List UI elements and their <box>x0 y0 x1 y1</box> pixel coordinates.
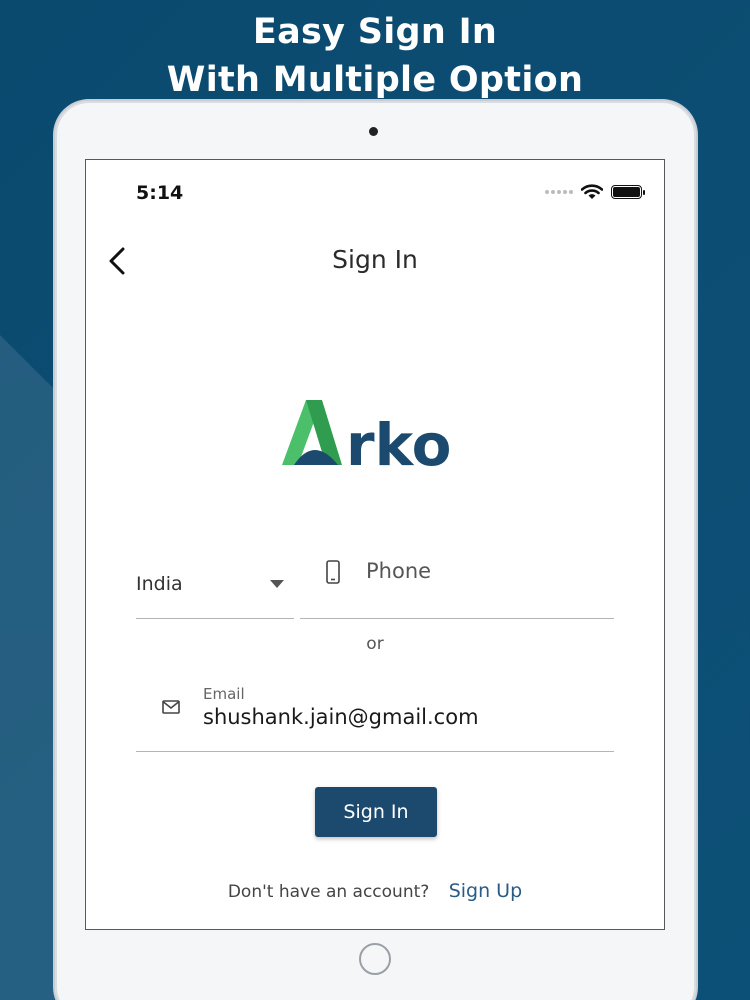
wifi-icon <box>581 184 603 199</box>
email-value: shushank.jain@gmail.com <box>203 705 479 729</box>
country-value: India <box>136 573 183 595</box>
promo-headline: Easy Sign In With Multiple Option <box>0 8 750 104</box>
tablet-home-button[interactable] <box>359 943 391 975</box>
sign-up-link[interactable]: Sign Up <box>449 880 522 902</box>
mail-icon <box>162 700 180 714</box>
page-title: Sign In <box>332 245 418 274</box>
arko-logo: rko <box>282 400 451 470</box>
signup-prompt: Don't have an account? Sign Up <box>86 880 664 902</box>
email-label: Email <box>203 685 245 703</box>
phone-icon <box>326 560 340 584</box>
or-separator: or <box>366 634 384 654</box>
signal-icon <box>545 190 573 194</box>
phone-placeholder: Phone <box>366 559 432 583</box>
phone-input[interactable]: Phone <box>300 555 614 619</box>
country-select[interactable]: India <box>136 555 294 619</box>
tablet-camera <box>369 127 378 136</box>
signup-prompt-text: Don't have an account? <box>227 882 430 902</box>
dropdown-caret-icon <box>270 580 284 588</box>
email-input[interactable]: Email shushank.jain@gmail.com <box>136 678 614 752</box>
sign-in-button[interactable]: Sign In <box>315 787 437 837</box>
battery-icon <box>611 185 645 199</box>
promo-headline-line1: Easy Sign In <box>252 12 498 52</box>
svg-text:rko: rko <box>346 411 451 470</box>
status-icons <box>545 184 645 200</box>
app-screen: 5:14 Sign In rko India Phone or Email sh… <box>85 159 665 930</box>
promo-headline-line2: With Multiple Option <box>166 60 584 100</box>
status-time: 5:14 <box>136 182 184 204</box>
